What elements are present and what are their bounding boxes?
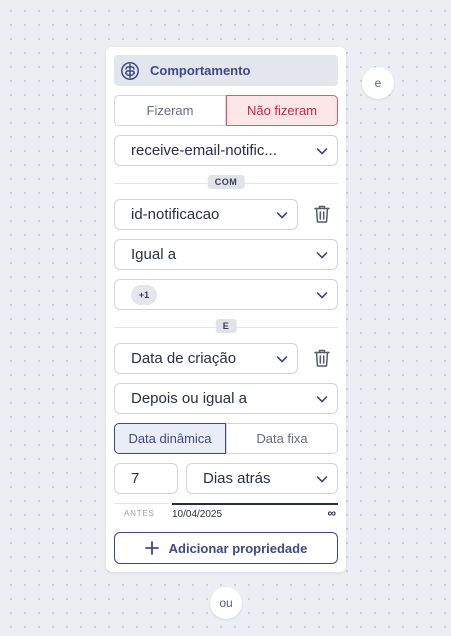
date-property-select[interactable]: Data de criação xyxy=(114,343,298,374)
add-property-button[interactable]: Adicionar propriedade xyxy=(114,532,338,564)
operator-select-value: Igual a xyxy=(131,246,177,263)
option-data-fixa[interactable]: Data fixa xyxy=(226,423,338,454)
or-connector-button[interactable]: ou xyxy=(210,587,242,619)
values-count-chip: +1 xyxy=(131,284,157,305)
before-range-line xyxy=(114,503,170,504)
add-property-label: Adicionar propriedade xyxy=(168,540,308,556)
brain-icon xyxy=(120,61,140,81)
date-range-preview: ANTES 10/04/2025 ∞ xyxy=(114,503,338,523)
operator-select[interactable]: Igual a xyxy=(114,239,338,270)
chevron-down-icon xyxy=(315,144,329,158)
plus-icon xyxy=(144,541,159,555)
connector-com-pill: COM xyxy=(207,175,245,189)
chevron-down-icon xyxy=(315,288,329,302)
date-operator-select-value: Depois ou igual a xyxy=(131,390,247,407)
before-label: ANTES xyxy=(124,509,155,518)
unit-select[interactable]: Dias atrás xyxy=(186,463,338,494)
card-title: Comportamento xyxy=(150,63,251,78)
chevron-down-icon xyxy=(315,472,329,486)
behavior-filter-card: Comportamento Fizeram Não fizeram receiv… xyxy=(106,47,346,572)
chevron-down-icon xyxy=(275,352,289,366)
date-property-select-value: Data de criação xyxy=(131,350,237,367)
range-start-date: 10/04/2025 xyxy=(172,509,223,520)
connector-e-pill: E xyxy=(215,319,237,333)
infinity-icon: ∞ xyxy=(327,506,336,520)
trash-icon[interactable] xyxy=(312,203,332,225)
amount-input[interactable]: 7 xyxy=(114,463,178,494)
values-select-content: +1 xyxy=(131,284,309,305)
chevron-down-icon xyxy=(315,392,329,406)
chevron-down-icon xyxy=(315,248,329,262)
unit-select-value: Dias atrás xyxy=(203,470,271,487)
values-select[interactable]: +1 xyxy=(114,279,338,310)
property-select[interactable]: id-notificacao xyxy=(114,199,298,230)
property-select-value: id-notificacao xyxy=(131,206,220,223)
and-connector-button[interactable]: e xyxy=(362,67,394,99)
event-select[interactable]: receive-email-notific... xyxy=(114,135,338,166)
active-range-line xyxy=(172,503,338,505)
trash-icon[interactable] xyxy=(312,347,332,369)
option-nao-fizeram[interactable]: Não fizeram xyxy=(226,95,338,126)
card-header: Comportamento xyxy=(114,55,338,86)
date-operator-select[interactable]: Depois ou igual a xyxy=(114,383,338,414)
event-select-value: receive-email-notific... xyxy=(131,142,277,159)
chevron-down-icon xyxy=(275,208,289,222)
behavior-toggle: Fizeram Não fizeram xyxy=(114,95,338,126)
option-fizeram[interactable]: Fizeram xyxy=(114,95,226,126)
option-data-dinamica[interactable]: Data dinâmica xyxy=(114,423,226,454)
date-mode-toggle: Data dinâmica Data fixa xyxy=(114,423,338,454)
